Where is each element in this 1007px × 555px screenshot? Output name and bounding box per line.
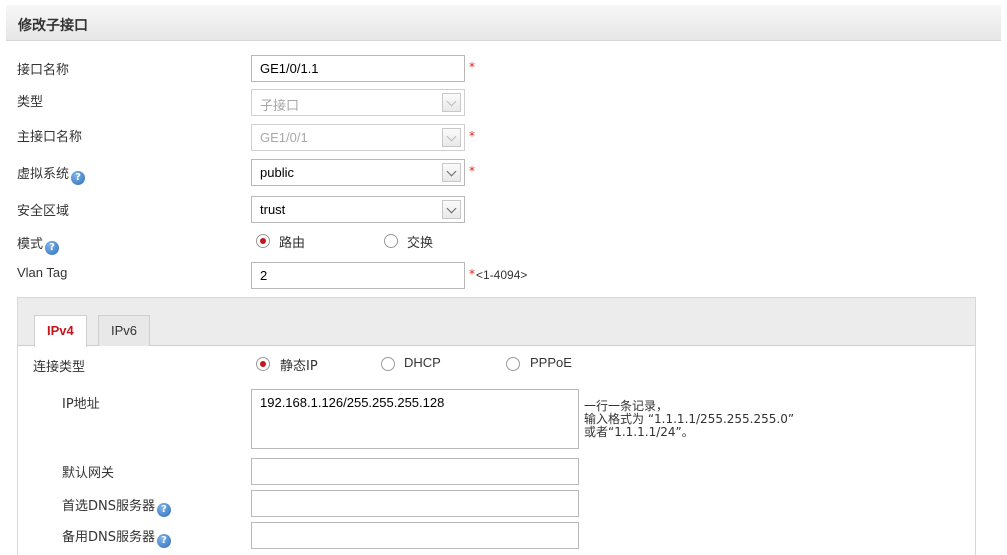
required-mark: *	[469, 164, 475, 178]
ip-addr-textarea[interactable]: 192.168.1.126/255.255.255.128	[251, 389, 579, 449]
type-label: 类型	[17, 95, 44, 110]
tab-bar: IPv4 IPv6	[18, 298, 975, 347]
conn-pppoe-radio[interactable]	[506, 357, 520, 371]
chevron-down-icon[interactable]	[442, 163, 461, 182]
dialog-header: 修改子接口	[6, 5, 1001, 41]
help-icon[interactable]: ?	[45, 241, 60, 255]
iface-name-label: 接口名称	[17, 63, 70, 78]
zone-select[interactable]: trust	[251, 196, 465, 223]
dns1-input[interactable]	[251, 490, 579, 517]
ip-addr-note-3: 或者“1.1.1.1/24”。	[584, 425, 694, 439]
mode-route-label: 路由	[279, 236, 306, 251]
mode-route-radio[interactable]	[256, 234, 270, 248]
dns1-label: 首选DNS服务器?	[62, 495, 171, 517]
zone-label: 安全区域	[17, 204, 70, 219]
help-icon[interactable]: ?	[157, 503, 171, 517]
vsys-label-text: 虚拟系统	[17, 167, 70, 182]
mode-switch-label: 交换	[407, 236, 434, 251]
ip-addr-label: IP地址	[62, 397, 100, 412]
vsys-select[interactable]: public	[251, 159, 465, 186]
help-icon[interactable]: ?	[157, 534, 171, 548]
conn-dhcp-label: DHCP	[404, 355, 441, 370]
vlan-range-hint: <1-4094>	[476, 268, 528, 282]
type-value: 子接口	[260, 98, 300, 113]
conn-type-label: 连接类型	[33, 360, 86, 375]
conn-static-label: 静态IP	[280, 359, 318, 374]
dns2-label-text: 备用DNS服务器	[62, 530, 155, 545]
type-select: 子接口	[251, 89, 465, 116]
dns1-label-text: 首选DNS服务器	[62, 499, 155, 514]
chevron-down-icon	[442, 128, 461, 147]
zone-value: trust	[260, 202, 286, 217]
help-icon[interactable]: ?	[71, 171, 86, 185]
mode-label-text: 模式	[17, 237, 44, 252]
vlan-label: Vlan Tag	[17, 265, 68, 280]
conn-static-radio[interactable]	[256, 357, 270, 371]
chevron-down-icon	[442, 93, 461, 112]
required-mark: *	[469, 60, 475, 74]
iface-name-input[interactable]: GE1/0/1.1	[251, 55, 465, 82]
dns2-label: 备用DNS服务器?	[62, 526, 171, 548]
conn-dhcp-radio[interactable]	[381, 357, 395, 371]
main-iface-select: GE1/0/1	[251, 124, 465, 151]
conn-pppoe-label: PPPoE	[530, 355, 572, 370]
main-iface-value: GE1/0/1	[260, 130, 308, 145]
vlan-input[interactable]: 2	[251, 262, 465, 289]
tab-ipv4[interactable]: IPv4	[34, 315, 87, 347]
chevron-down-icon[interactable]	[442, 200, 461, 219]
mode-switch-radio[interactable]	[384, 234, 398, 248]
main-iface-label: 主接口名称	[17, 130, 83, 145]
dns2-input[interactable]	[251, 522, 579, 549]
required-mark: *	[469, 129, 475, 143]
dialog-title: 修改子接口	[18, 18, 88, 34]
mode-label: 模式?	[17, 233, 60, 255]
vsys-value: public	[260, 165, 294, 180]
gateway-label: 默认网关	[62, 466, 115, 481]
vsys-label: 虚拟系统?	[17, 163, 86, 185]
gateway-input[interactable]	[251, 458, 579, 485]
required-mark: *	[469, 267, 475, 281]
tab-ipv6[interactable]: IPv6	[98, 315, 151, 346]
